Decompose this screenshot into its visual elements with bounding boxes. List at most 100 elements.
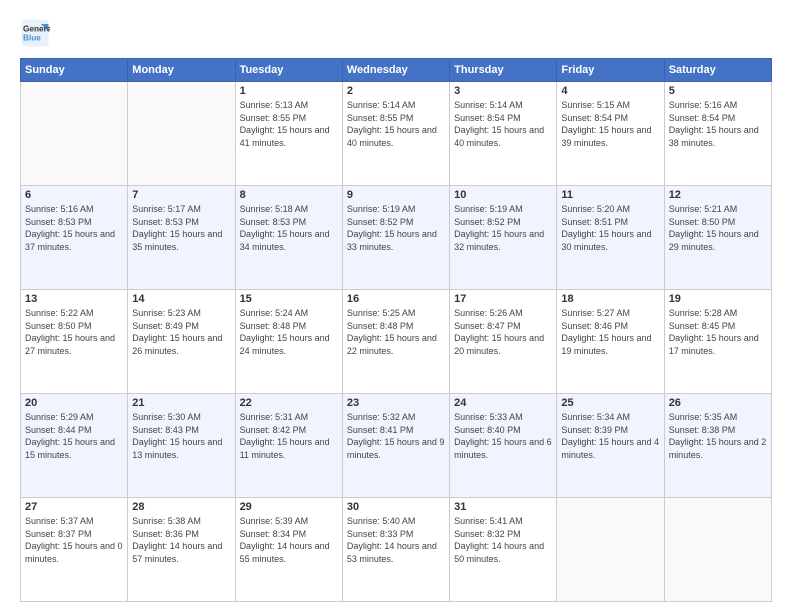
- calendar-cell: 14Sunrise: 5:23 AMSunset: 8:49 PMDayligh…: [128, 290, 235, 394]
- day-info: Sunrise: 5:18 AMSunset: 8:53 PMDaylight:…: [240, 203, 338, 253]
- day-info: Sunrise: 5:27 AMSunset: 8:46 PMDaylight:…: [561, 307, 659, 357]
- day-number: 13: [25, 293, 123, 305]
- day-number: 18: [561, 293, 659, 305]
- day-number: 12: [669, 189, 767, 201]
- day-number: 10: [454, 189, 552, 201]
- calendar-cell: 29 Sunrise: 5:39 AMSunset: 8:34 PMDayligh…: [235, 498, 342, 602]
- day-info: Sunrise: 5:40 AMSunset: 8:33 PMDaylight:…: [347, 515, 445, 565]
- header: General Blue: [20, 18, 772, 48]
- weekday-header-tuesday: Tuesday: [235, 59, 342, 82]
- calendar-cell: 21 Sunrise: 5:30 AMSunset: 8:43 PMDayligh…: [128, 394, 235, 498]
- calendar-week-row: 27 Sunrise: 5:37 AMSunset: 8:37 PMDayligh…: [21, 498, 772, 602]
- day-info: Sunrise: 5:13 AMSunset: 8:55 PMDaylight:…: [240, 99, 338, 149]
- calendar-cell: 25Sunrise: 5:34 AMSunset: 8:39 PMDayligh…: [557, 394, 664, 498]
- weekday-header-monday: Monday: [128, 59, 235, 82]
- day-info: Sunrise: 5:32 AMSunset: 8:41 PMDaylight:…: [347, 411, 445, 461]
- calendar-cell: 18 Sunrise: 5:27 AMSunset: 8:46 PMDayligh…: [557, 290, 664, 394]
- svg-text:Blue: Blue: [23, 34, 41, 43]
- calendar-cell: [557, 498, 664, 602]
- day-number: 4: [561, 85, 659, 97]
- weekday-header-friday: Friday: [557, 59, 664, 82]
- day-number: 29: [240, 501, 338, 513]
- day-info: Sunrise: 5:30 AMSunset: 8:43 PMDaylight:…: [132, 411, 230, 461]
- day-info: Sunrise: 5:17 AMSunset: 8:53 PMDaylight:…: [132, 203, 230, 253]
- day-info: Sunrise: 5:14 AMSunset: 8:55 PMDaylight:…: [347, 99, 445, 149]
- calendar-cell: 20 Sunrise: 5:29 AMSunset: 8:44 PMDayligh…: [21, 394, 128, 498]
- calendar-week-row: 1 Sunrise: 5:13 AMSunset: 8:55 PMDaylight…: [21, 82, 772, 186]
- svg-text:General: General: [23, 25, 50, 34]
- day-info: Sunrise: 5:33 AMSunset: 8:40 PMDaylight:…: [454, 411, 552, 461]
- calendar-cell: 30 Sunrise: 5:40 AMSunset: 8:33 PMDayligh…: [342, 498, 449, 602]
- calendar-cell: 11 Sunrise: 5:20 AMSunset: 8:51 PMDayligh…: [557, 186, 664, 290]
- calendar-cell: 4 Sunrise: 5:15 AMSunset: 8:54 PMDaylight…: [557, 82, 664, 186]
- day-info: Sunrise: 5:34 AMSunset: 8:39 PMDaylight:…: [561, 411, 659, 461]
- day-info: Sunrise: 5:24 AMSunset: 8:48 PMDaylight:…: [240, 307, 338, 357]
- calendar-week-row: 13 Sunrise: 5:22 AMSunset: 8:50 PMDayligh…: [21, 290, 772, 394]
- day-info: Sunrise: 5:39 AMSunset: 8:34 PMDaylight:…: [240, 515, 338, 565]
- day-number: 9: [347, 189, 445, 201]
- day-info: Sunrise: 5:41 AMSunset: 8:32 PMDaylight:…: [454, 515, 552, 565]
- day-info: Sunrise: 5:16 AMSunset: 8:54 PMDaylight:…: [669, 99, 767, 149]
- day-info: Sunrise: 5:19 AMSunset: 8:52 PMDaylight:…: [454, 203, 552, 253]
- day-info: Sunrise: 5:22 AMSunset: 8:50 PMDaylight:…: [25, 307, 123, 357]
- day-number: 11: [561, 189, 659, 201]
- day-number: 21: [132, 397, 230, 409]
- day-number: 1: [240, 85, 338, 97]
- day-info: Sunrise: 5:15 AMSunset: 8:54 PMDaylight:…: [561, 99, 659, 149]
- day-number: 27: [25, 501, 123, 513]
- logo: General Blue: [20, 18, 50, 48]
- calendar-cell: 31Sunrise: 5:41 AMSunset: 8:32 PMDayligh…: [450, 498, 557, 602]
- calendar-cell: 13 Sunrise: 5:22 AMSunset: 8:50 PMDayligh…: [21, 290, 128, 394]
- day-number: 24: [454, 397, 552, 409]
- day-info: Sunrise: 5:14 AMSunset: 8:54 PMDaylight:…: [454, 99, 552, 149]
- day-info: Sunrise: 5:21 AMSunset: 8:50 PMDaylight:…: [669, 203, 767, 253]
- calendar-cell: 26 Sunrise: 5:35 AMSunset: 8:38 PMDayligh…: [664, 394, 771, 498]
- day-info: Sunrise: 5:37 AMSunset: 8:37 PMDaylight:…: [25, 515, 123, 565]
- day-number: 5: [669, 85, 767, 97]
- day-info: Sunrise: 5:28 AMSunset: 8:45 PMDaylight:…: [669, 307, 767, 357]
- day-number: 6: [25, 189, 123, 201]
- calendar-cell: 8Sunrise: 5:18 AMSunset: 8:53 PMDaylight…: [235, 186, 342, 290]
- day-number: 20: [25, 397, 123, 409]
- calendar-cell: 9 Sunrise: 5:19 AMSunset: 8:52 PMDaylight…: [342, 186, 449, 290]
- calendar-header-row: SundayMondayTuesdayWednesdayThursdayFrid…: [21, 59, 772, 82]
- calendar-cell: 1 Sunrise: 5:13 AMSunset: 8:55 PMDaylight…: [235, 82, 342, 186]
- calendar-week-row: 20 Sunrise: 5:29 AMSunset: 8:44 PMDayligh…: [21, 394, 772, 498]
- day-number: 26: [669, 397, 767, 409]
- day-info: Sunrise: 5:35 AMSunset: 8:38 PMDaylight:…: [669, 411, 767, 461]
- calendar-table: SundayMondayTuesdayWednesdayThursdayFrid…: [20, 58, 772, 602]
- day-info: Sunrise: 5:26 AMSunset: 8:47 PMDaylight:…: [454, 307, 552, 357]
- day-number: 14: [132, 293, 230, 305]
- day-info: Sunrise: 5:19 AMSunset: 8:52 PMDaylight:…: [347, 203, 445, 253]
- calendar-cell: [664, 498, 771, 602]
- day-number: 16: [347, 293, 445, 305]
- day-number: 15: [240, 293, 338, 305]
- calendar-week-row: 6 Sunrise: 5:16 AMSunset: 8:53 PMDaylight…: [21, 186, 772, 290]
- day-number: 23: [347, 397, 445, 409]
- calendar-cell: 10 Sunrise: 5:19 AMSunset: 8:52 PMDayligh…: [450, 186, 557, 290]
- day-info: Sunrise: 5:25 AMSunset: 8:48 PMDaylight:…: [347, 307, 445, 357]
- calendar-cell: 5 Sunrise: 5:16 AMSunset: 8:54 PMDaylight…: [664, 82, 771, 186]
- calendar-cell: 12 Sunrise: 5:21 AMSunset: 8:50 PMDayligh…: [664, 186, 771, 290]
- day-info: Sunrise: 5:38 AMSunset: 8:36 PMDaylight:…: [132, 515, 230, 565]
- day-info: Sunrise: 5:31 AMSunset: 8:42 PMDaylight:…: [240, 411, 338, 461]
- calendar-cell: 2Sunrise: 5:14 AMSunset: 8:55 PMDaylight…: [342, 82, 449, 186]
- calendar-cell: 6 Sunrise: 5:16 AMSunset: 8:53 PMDaylight…: [21, 186, 128, 290]
- calendar-cell: [128, 82, 235, 186]
- calendar-cell: 16 Sunrise: 5:25 AMSunset: 8:48 PMDayligh…: [342, 290, 449, 394]
- page: General Blue SundayMondayTuesdayWednesda…: [0, 0, 792, 612]
- calendar-cell: [21, 82, 128, 186]
- day-info: Sunrise: 5:16 AMSunset: 8:53 PMDaylight:…: [25, 203, 123, 253]
- day-info: Sunrise: 5:29 AMSunset: 8:44 PMDaylight:…: [25, 411, 123, 461]
- day-info: Sunrise: 5:20 AMSunset: 8:51 PMDaylight:…: [561, 203, 659, 253]
- calendar-cell: 15 Sunrise: 5:24 AMSunset: 8:48 PMDayligh…: [235, 290, 342, 394]
- weekday-header-saturday: Saturday: [664, 59, 771, 82]
- day-number: 3: [454, 85, 552, 97]
- day-number: 7: [132, 189, 230, 201]
- day-number: 28: [132, 501, 230, 513]
- calendar-cell: 3 Sunrise: 5:14 AMSunset: 8:54 PMDaylight…: [450, 82, 557, 186]
- day-number: 17: [454, 293, 552, 305]
- calendar-cell: 22Sunrise: 5:31 AMSunset: 8:42 PMDayligh…: [235, 394, 342, 498]
- day-number: 30: [347, 501, 445, 513]
- calendar-cell: 23 Sunrise: 5:32 AMSunset: 8:41 PMDayligh…: [342, 394, 449, 498]
